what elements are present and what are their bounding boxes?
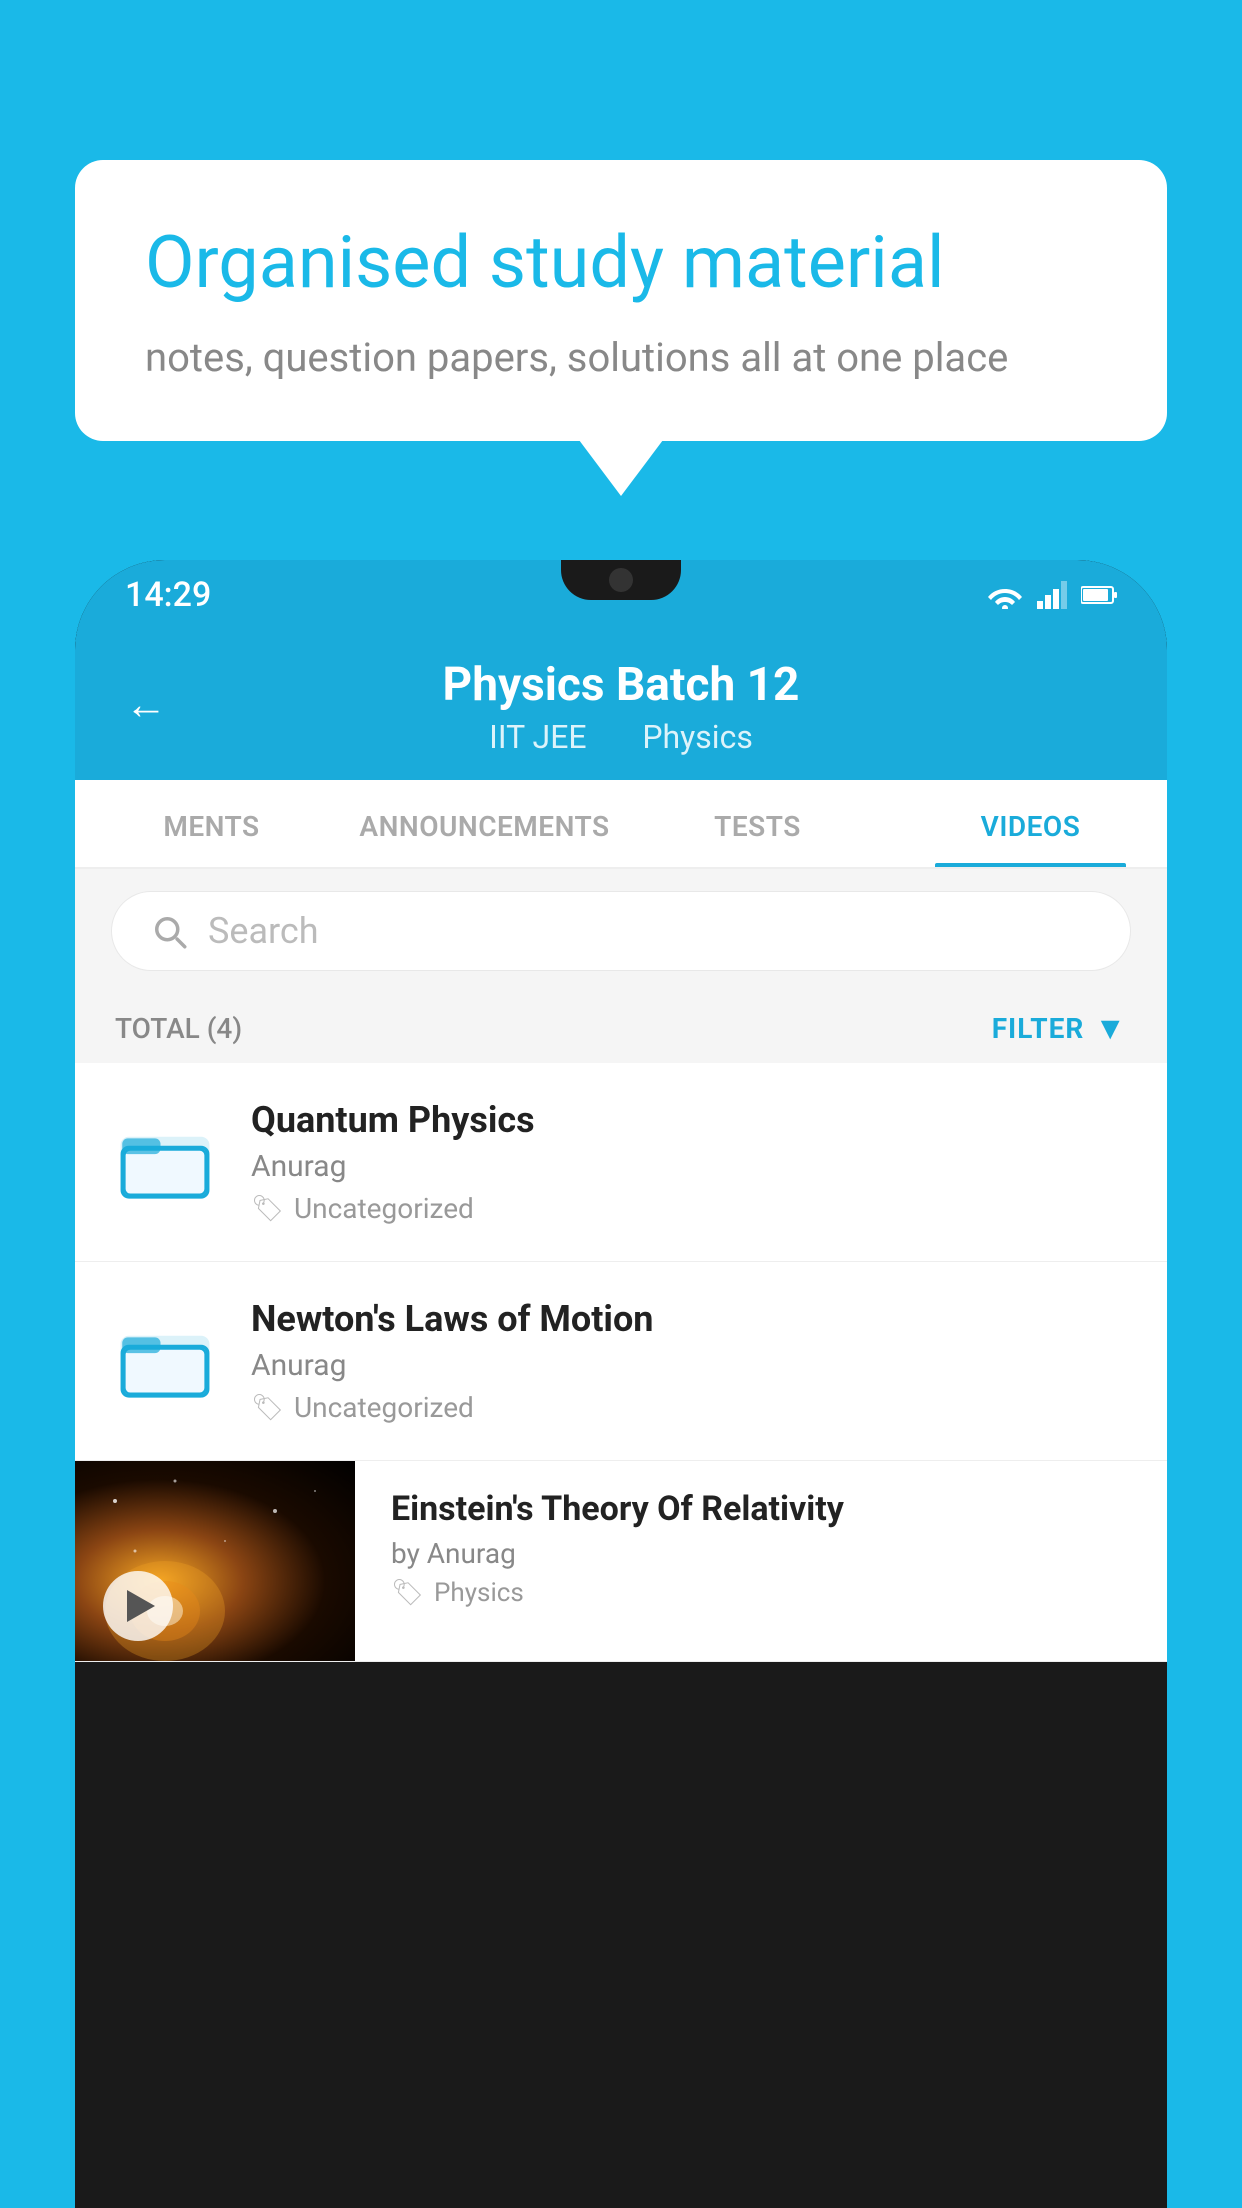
total-count: TOTAL (4) <box>115 1012 242 1045</box>
filter-label: FILTER <box>992 1012 1085 1045</box>
batch-category2: Physics <box>642 718 753 756</box>
item-author: Anurag <box>251 1149 1127 1184</box>
video-thumbnail <box>75 1461 355 1661</box>
video-list: Quantum Physics Anurag 🏷 Uncategorized <box>75 1063 1167 1662</box>
phone-inner: 14:29 <box>75 560 1167 2208</box>
bubble-title: Organised study material <box>145 220 1097 306</box>
item-author: by Anurag <box>391 1537 1131 1570</box>
item-info: Quantum Physics Anurag 🏷 Uncategorized <box>251 1099 1127 1225</box>
tab-ments[interactable]: MENTS <box>75 780 348 867</box>
folder-icon <box>120 1316 210 1406</box>
tag-icon: 🏷 <box>391 1578 424 1608</box>
tab-bar: MENTS ANNOUNCEMENTS TESTS VIDEOS <box>75 780 1167 869</box>
tag-icon: 🏷 <box>251 1393 284 1423</box>
item-thumbnail <box>115 1311 215 1411</box>
item-info: Einstein's Theory Of Relativity by Anura… <box>355 1461 1167 1636</box>
item-title: Einstein's Theory Of Relativity <box>391 1489 1131 1529</box>
batch-subtitle: IIT JEE Physics <box>125 718 1117 756</box>
filter-row: TOTAL (4) FILTER ▼ <box>75 993 1167 1063</box>
search-bar[interactable]: Search <box>111 891 1131 971</box>
list-item[interactable]: Newton's Laws of Motion Anurag 🏷 Uncateg… <box>75 1262 1167 1461</box>
battery-icon <box>1081 585 1117 605</box>
item-author: Anurag <box>251 1348 1127 1383</box>
front-camera <box>609 568 633 592</box>
item-tag: 🏷 Uncategorized <box>251 1391 1127 1424</box>
item-tag: 🏷 Physics <box>391 1578 1131 1608</box>
tab-videos[interactable]: VIDEOS <box>894 780 1167 867</box>
list-item[interactable]: Einstein's Theory Of Relativity by Anura… <box>75 1461 1167 1662</box>
item-title: Quantum Physics <box>251 1099 1127 1141</box>
app-header: ← Physics Batch 12 IIT JEE Physics <box>75 630 1167 780</box>
tag-label: Uncategorized <box>294 1192 474 1225</box>
bubble-subtitle: notes, question papers, solutions all at… <box>145 334 1097 381</box>
tab-announcements[interactable]: ANNOUNCEMENTS <box>348 780 621 867</box>
folder-icon <box>120 1117 210 1207</box>
tag-label: Uncategorized <box>294 1391 474 1424</box>
speech-bubble: Organised study material notes, question… <box>75 160 1167 441</box>
filter-button[interactable]: FILTER ▼ <box>992 1009 1127 1047</box>
tab-tests[interactable]: TESTS <box>621 780 894 867</box>
filter-icon: ▼ <box>1094 1009 1127 1047</box>
item-title: Newton's Laws of Motion <box>251 1298 1127 1340</box>
phone-notch <box>561 560 681 600</box>
signal-icon <box>1037 581 1067 609</box>
phone-container: 14:29 <box>75 560 1167 2208</box>
search-placeholder: Search <box>208 910 319 952</box>
item-info: Newton's Laws of Motion Anurag 🏷 Uncateg… <box>251 1298 1127 1424</box>
search-bar-wrapper: Search <box>75 869 1167 993</box>
item-thumbnail <box>115 1112 215 1212</box>
item-tag: 🏷 Uncategorized <box>251 1192 1127 1225</box>
search-icon <box>148 910 190 952</box>
list-item[interactable]: Quantum Physics Anurag 🏷 Uncategorized <box>75 1063 1167 1262</box>
tag-label: Physics <box>434 1578 524 1608</box>
batch-category1: IIT JEE <box>489 718 586 756</box>
play-button[interactable] <box>103 1571 173 1641</box>
wifi-icon <box>987 581 1023 609</box>
status-icons <box>987 581 1117 609</box>
back-button[interactable]: ← <box>125 681 167 730</box>
play-icon <box>127 1590 155 1622</box>
tag-icon: 🏷 <box>251 1194 284 1224</box>
batch-title: Physics Batch 12 <box>125 658 1117 712</box>
status-time: 14:29 <box>125 575 211 615</box>
